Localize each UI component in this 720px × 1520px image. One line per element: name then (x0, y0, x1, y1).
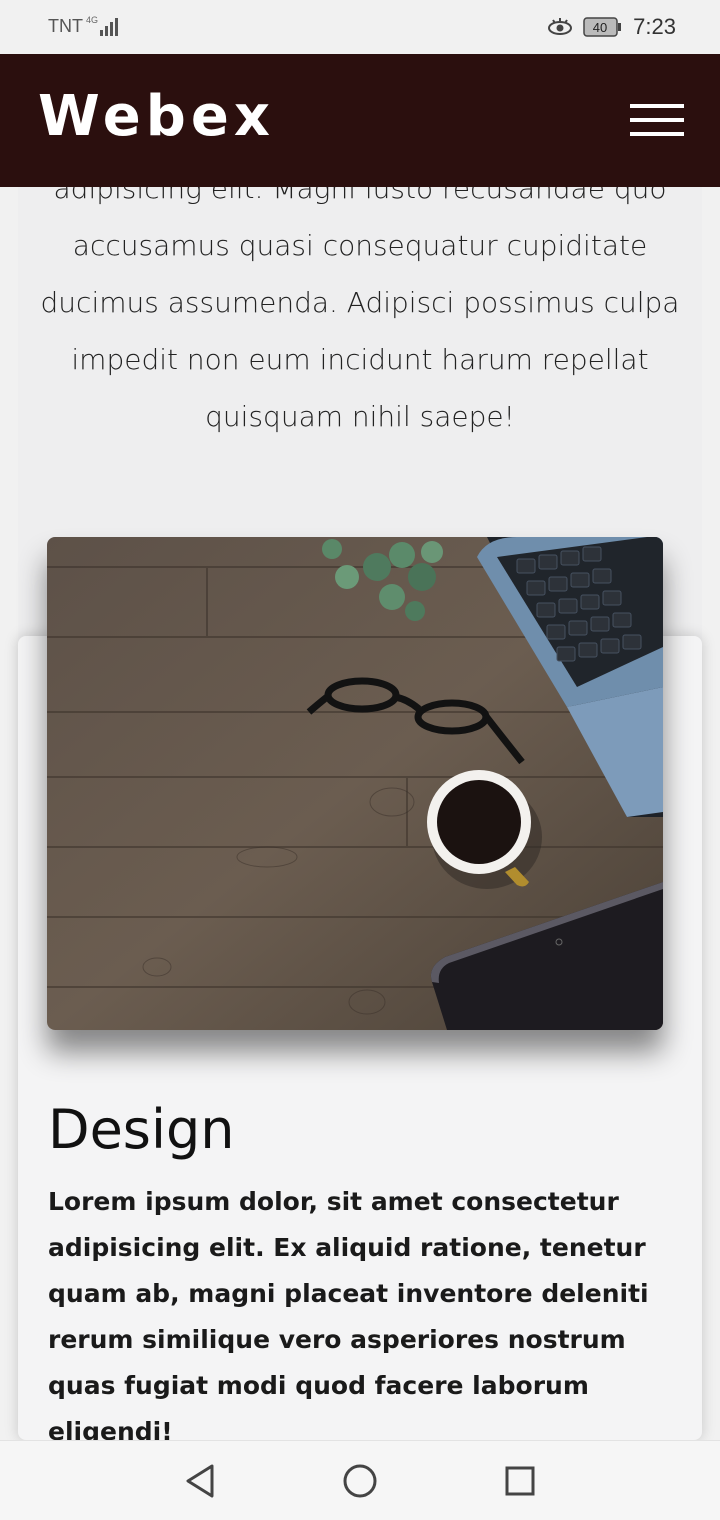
menu-bar-top (630, 104, 684, 108)
signal-icon: 4G (86, 15, 118, 36)
status-icons: 40 7:23 (547, 14, 676, 40)
svg-text:4G: 4G (86, 15, 98, 25)
battery-icon: 40 (583, 17, 622, 37)
status-bar: TNT 4G 40 7:23 (0, 0, 720, 54)
design-description: Lorem ipsum dolor, sit amet consectetur … (48, 1187, 649, 1446)
app-header: Webex (0, 54, 720, 187)
battery-level: 40 (593, 20, 607, 35)
recents-square-icon (505, 1466, 535, 1496)
home-circle-icon (343, 1464, 377, 1498)
carrier-label: TNT (48, 16, 83, 36)
screen: TNT 4G 40 7:23 adipisicing elit. Magni i… (0, 0, 720, 1520)
design-photo (47, 537, 663, 1030)
eye-comfort-icon (548, 18, 573, 35)
home-button[interactable] (340, 1461, 380, 1501)
back-triangle-icon (186, 1464, 214, 1498)
menu-bar-bottom (630, 132, 684, 136)
clock: 7:23 (633, 14, 676, 39)
design-title: Design (48, 1098, 235, 1161)
back-button[interactable] (180, 1461, 220, 1501)
brand-logo[interactable]: Webex (38, 84, 275, 149)
menu-bar-middle (630, 118, 684, 122)
recents-button[interactable] (500, 1461, 540, 1501)
hamburger-menu-button[interactable] (630, 104, 684, 138)
intro-paragraph: adipisicing elit. Magni iusto recusandae… (40, 172, 680, 433)
system-navigation-bar (0, 1440, 720, 1520)
desk-photo-image (47, 537, 663, 1030)
